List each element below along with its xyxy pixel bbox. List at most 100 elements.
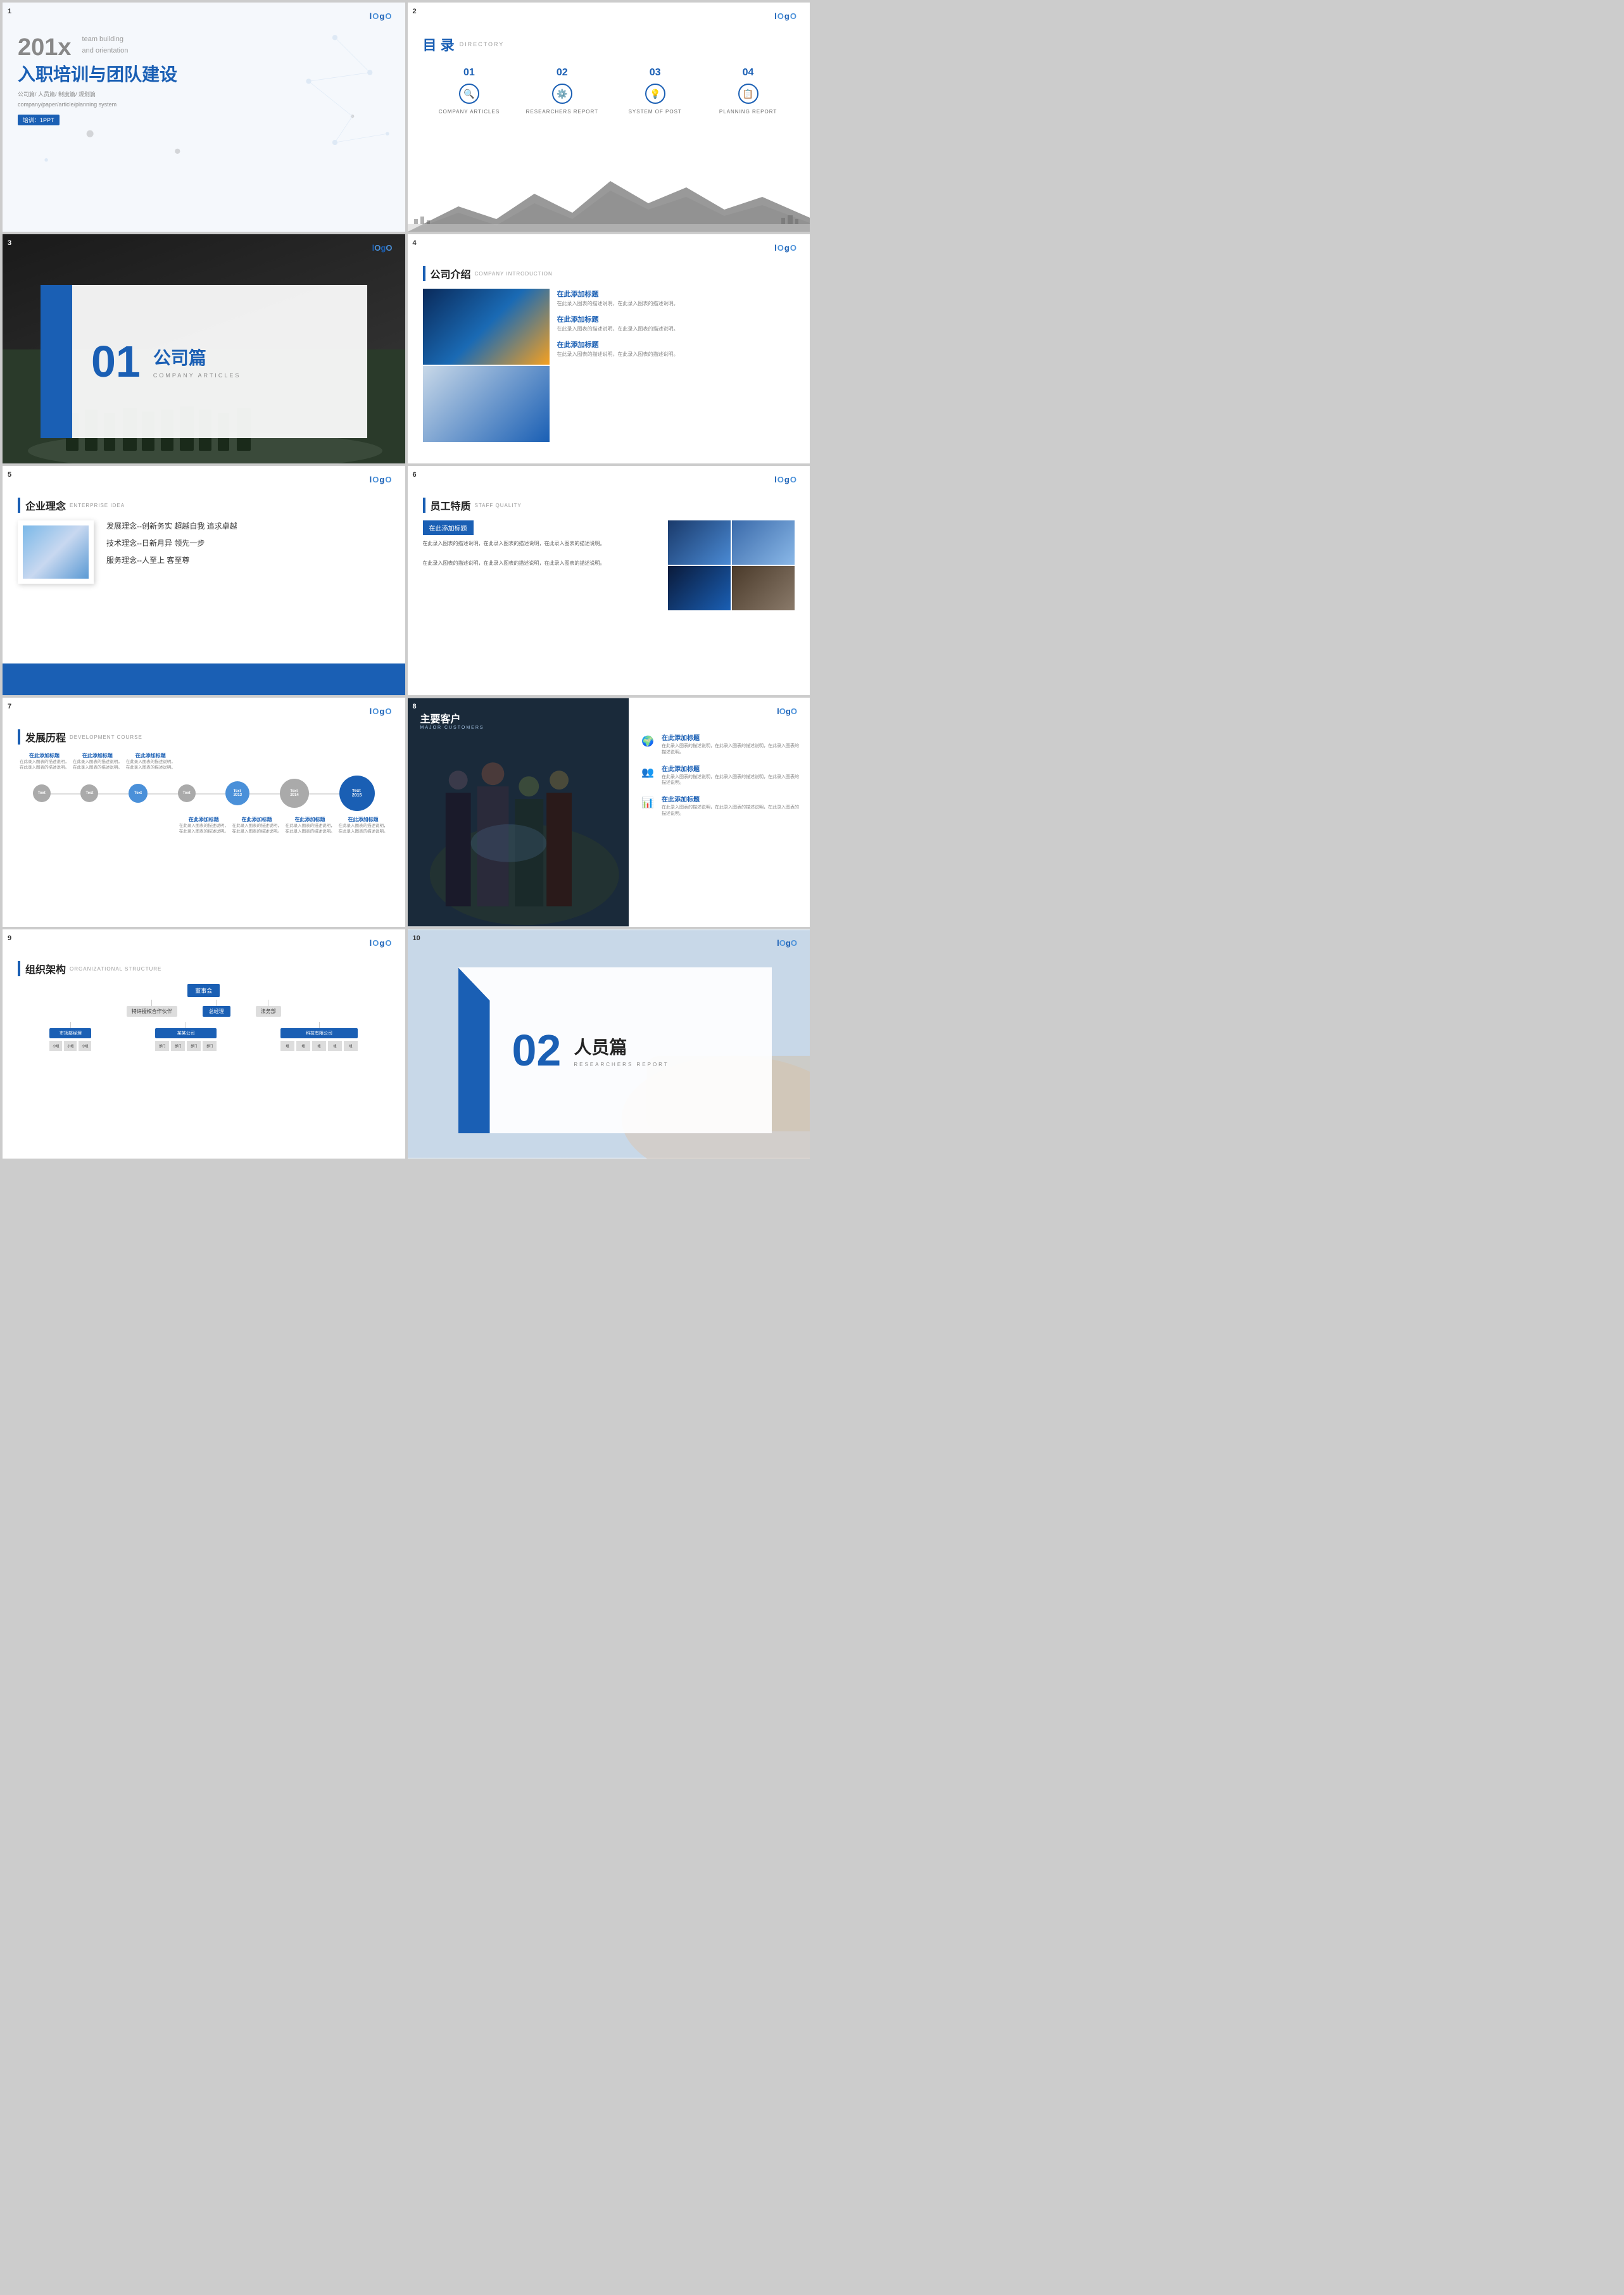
slide8-item3-text: 在此添加标题 在此录入图表的描述说明，在此录入图表的描述说明，在此录入图表的描述… — [662, 794, 800, 817]
logo-2: lOgO — [774, 11, 797, 21]
slide-1: 1 lOgO 201x team building and orientatio… — [3, 3, 405, 232]
slide9-header: 组织架构 ORGANIZATIONAL STRUCTURE — [18, 961, 390, 976]
org-node-legal: 法务部 — [256, 1006, 281, 1017]
item2-icon: ⚙️ — [552, 84, 572, 104]
tl2-title: 在此添加标题 — [71, 752, 124, 759]
slide8-right: lOgO 🌍 在此添加标题 在此录入图表的描述说明，在此录入图表的描述说明，在此… — [629, 698, 810, 927]
slide9-title-cn: 组织架构 — [25, 961, 66, 976]
slide-number-6: 6 — [413, 471, 417, 479]
circle-3: Text — [129, 784, 148, 803]
tl1-desc: 在此录入图表的描述说明，在此录入图表的描述说明。 — [18, 759, 71, 770]
slide8-title-en: MAJOR CUSTOMERS — [420, 726, 617, 730]
slide6-title-en: STAFF QUALITY — [475, 503, 522, 508]
slide4-header: 公司介绍 COMPANY INTRODUCTION — [423, 266, 795, 281]
circle-2: Text — [80, 784, 98, 802]
slide-number-9: 9 — [8, 934, 11, 942]
slide1-subtitle: 公司篇/ 人员篇/ 制度篇/ 规划篇 company/paper/article… — [18, 89, 390, 110]
slide5-idea2: 技术理念--日新月异 领先一步 — [106, 538, 390, 548]
item3-icon: 💡 — [645, 84, 665, 104]
slide3-num: 01 — [91, 339, 141, 384]
slide5-ideas: 发展理念--创新务实 超越自我 追求卓越 技术理念--日新月异 领先一步 服务理… — [106, 520, 390, 584]
org-node-tech: 科技有限公司 — [280, 1028, 358, 1038]
slide8-item3: 📊 在此添加标题 在此录入图表的描述说明，在此录入图表的描述说明，在此录入图表的… — [639, 794, 800, 817]
circle-5: Text2013 — [225, 781, 249, 805]
tl6-desc: 在此录入图表的描述说明，在此录入图表的描述说明。 — [284, 823, 337, 834]
slide1-content: 201x team building and orientation 入职培训与… — [18, 15, 390, 125]
logo-8: lOgO — [777, 707, 797, 716]
circle-6: Text2014 — [280, 779, 309, 808]
circle-1: Text — [33, 784, 51, 802]
sub-node-7: 部门 — [203, 1041, 217, 1051]
slide8-section-header: 主要客户 MAJOR CUSTOMERS — [420, 710, 617, 730]
slide1-year: 201x — [18, 34, 72, 61]
logo-4: lOgO — [774, 243, 797, 253]
sub-node-11: 组 — [328, 1041, 342, 1051]
slide2-items: 01 🔍 COMPANY ARTICLES 02 ⚙️ RESEARCHERS … — [423, 67, 795, 115]
org-node-company: 某某公司 — [155, 1028, 217, 1038]
tl-bot-4: 在此添加标题 在此录入图表的描述说明，在此录入图表的描述说明。 — [177, 816, 230, 834]
tl4-desc: 在此录入图表的描述说明，在此录入图表的描述说明。 — [177, 823, 230, 834]
slide4-body: 在此添加标题 在此录入图表的描述说明，在此录入图表的描述说明。 在此添加标题 在… — [423, 289, 795, 442]
tl-bot-7: 在此添加标题 在此录入图表的描述说明，在此录入图表的描述说明。 — [337, 816, 390, 834]
slide9-title-en: ORGANIZATIONAL STRUCTURE — [70, 966, 161, 972]
item1-label: COMPANY ARTICLES — [423, 109, 516, 115]
slide10-en: RESEARCHERS REPORT — [574, 1062, 669, 1067]
sub-node-4: 部门 — [155, 1041, 169, 1051]
org-node-gm: 总经理 — [203, 1006, 230, 1017]
slide6-label: 在此添加标题 — [423, 520, 474, 535]
slide6-img1 — [668, 520, 731, 565]
tl5-title: 在此添加标题 — [230, 816, 284, 823]
item2-label: RESEARCHERS REPORT — [515, 109, 608, 115]
slide8-item2-text: 在此添加标题 在此录入图表的描述说明，在此录入图表的描述说明，在此录入图表的描述… — [662, 764, 800, 787]
sub-node-1: 小组 — [49, 1041, 62, 1051]
sub-node-6: 部门 — [187, 1041, 201, 1051]
slide7-title-cn: 发展历程 — [25, 729, 66, 745]
slide-6: 6 lOgO 员工特质 STAFF QUALITY 在此添加标题 在此录入图表的… — [408, 466, 810, 695]
slide3-text: 公司篇 COMPANY ARTICLES — [153, 344, 241, 379]
sub-node-12: 组 — [344, 1041, 358, 1051]
tl3-desc: 在此录入图表的描述说明，在此录入图表的描述说明。 — [124, 759, 177, 770]
slide-number-5: 5 — [8, 471, 11, 479]
slide8-icon3: 📊 — [639, 794, 657, 812]
slide-9: 9 lOgO 组织架构 ORGANIZATIONAL STRUCTURE 董事会… — [3, 929, 405, 1159]
org-mid-row: 特许授权合作伙伴 总经理 法务部 — [127, 1000, 281, 1017]
sub-node-2: 小组 — [64, 1041, 77, 1051]
slide5-title-en: ENTERPRISE IDEA — [70, 503, 125, 508]
logo-7: lOgO — [370, 707, 393, 716]
sub-node-8: 组 — [280, 1041, 294, 1051]
slide2-mountain — [408, 168, 810, 232]
slide3-overlay: 01 公司篇 COMPANY ARTICLES — [41, 285, 367, 438]
slide-number-8: 8 — [413, 703, 417, 710]
tl6-title: 在此添加标题 — [284, 816, 337, 823]
item3-num: 03 — [608, 67, 702, 79]
item3-title: 在此添加标题 — [662, 794, 800, 803]
slide6-header: 员工特质 STAFF QUALITY — [423, 498, 795, 513]
tl2-desc: 在此录入图表的描述说明，在此录入图表的描述说明。 — [71, 759, 124, 770]
slide2-item-2: 02 ⚙️ RESEARCHERS REPORT — [515, 67, 608, 115]
slide1-badge: 培训：1PPT — [18, 115, 60, 125]
tl3-title: 在此添加标题 — [124, 752, 177, 759]
timeline-circles: Text Text Text Text Text2013 Text2014 Te… — [18, 776, 390, 811]
org-market: 市场部经理 小组 小组 小组 — [49, 1022, 91, 1051]
item1-desc: 在此录入图表的描述说明，在此录入图表的描述说明，在此录入图表的描述说明。 — [662, 743, 800, 756]
slide5-header: 企业理念 ENTERPRISE IDEA — [18, 498, 390, 513]
org-right-branch: 法务部 — [256, 1000, 281, 1017]
org-company: 某某公司 部门 部门 部门 部门 — [155, 1022, 217, 1051]
slide8-left: 主要客户 MAJOR CUSTOMERS — [408, 698, 629, 927]
slide10-accent — [458, 967, 490, 1133]
slide4-point2: 在此添加标题 在此录入图表的描述说明，在此录入图表的描述说明。 — [557, 314, 795, 333]
slide4-title-cn: 公司介绍 — [431, 266, 471, 281]
point3-desc: 在此录入图表的描述说明，在此录入图表的描述说明。 — [557, 351, 795, 358]
slide6-images — [668, 520, 795, 610]
slide-5: 5 lOgO 企业理念 ENTERPRISE IDEA 发展理念--创新务实 超… — [3, 466, 405, 695]
tl7-title: 在此添加标题 — [337, 816, 390, 823]
slide-number-3: 3 — [8, 239, 11, 247]
slide-3: 3 01 公司篇 COMPANY ARTICLES lOgO — [3, 234, 405, 463]
slide8-items: 🌍 在此添加标题 在此录入图表的描述说明，在此录入图表的描述说明，在此录入图表的… — [639, 733, 800, 817]
timeline-bottom-labels: 在此添加标题 在此录入图表的描述说明，在此录入图表的描述说明。 在此添加标题 在… — [18, 816, 390, 834]
org-node-board: 董事会 — [187, 984, 220, 997]
org-tech: 科技有限公司 组 组 组 组 组 — [280, 1022, 358, 1051]
slide2-item-4: 04 📋 PLANNING REPORT — [702, 67, 795, 115]
item3-label: SYSTEM OF POST — [608, 109, 702, 115]
slide-10: 10 02 人员篇 RESEARCHERS REPORT lOgO — [408, 929, 810, 1159]
